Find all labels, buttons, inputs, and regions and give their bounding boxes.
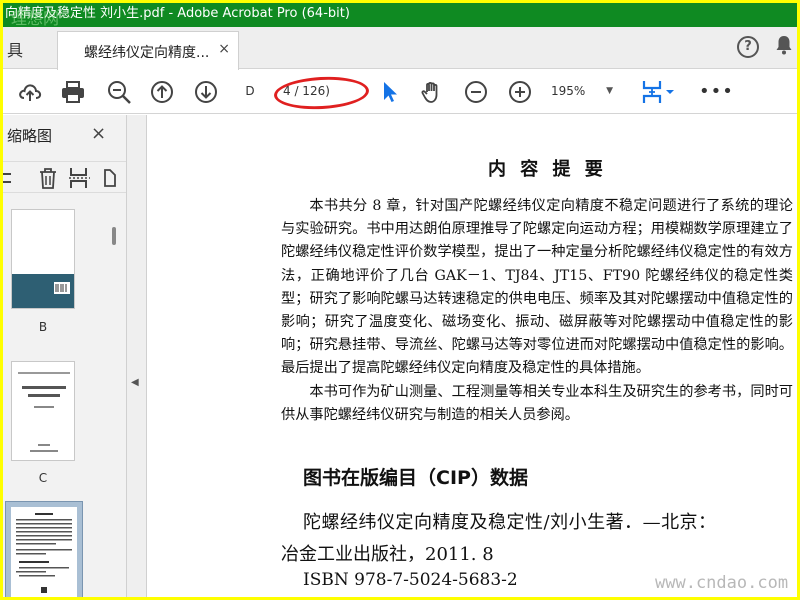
document-view[interactable]: 内 容 提 要 本书共分 8 章，针对国产陀螺经纬仪定向精度不稳定问题进行了系统… — [148, 115, 797, 597]
cip-isbn: ISBN 978-7-5024-5683-2 — [303, 570, 518, 590]
hand-tool-icon[interactable] — [419, 79, 445, 105]
fit-page-icon[interactable] — [639, 79, 677, 105]
print-icon[interactable] — [60, 79, 86, 105]
zoom-value: 195% — [551, 84, 586, 98]
cip-title: 图书在版编目（CIP）数据 — [303, 467, 528, 489]
zoom-out-search-icon[interactable] — [106, 79, 132, 105]
next-page-icon[interactable] — [193, 79, 219, 105]
thumbnail-page-selected[interactable] — [5, 501, 83, 597]
thumbnail-scrollbar[interactable] — [112, 227, 116, 245]
page-number-input[interactable]: D — [235, 80, 265, 102]
app-window: 向精度及稳定性 刘小生.pdf - Adobe Acrobat Pro (64-… — [0, 0, 800, 600]
thumbnail-page-c[interactable] — [11, 361, 75, 461]
thumbnail-label: B — [38, 320, 48, 334]
split-page-icon[interactable] — [68, 166, 92, 190]
bell-icon[interactable] — [775, 34, 793, 56]
thumbnail-title-page-image — [12, 362, 74, 460]
document-tab-label: 螺经纬仪定向精度... — [84, 45, 210, 61]
chevron-down-icon: ▼ — [606, 86, 613, 96]
delete-page-icon[interactable] — [37, 166, 59, 190]
collapse-panel-icon[interactable]: ◀ — [131, 377, 139, 388]
thumbnail-label: C — [38, 471, 48, 485]
watermark-bottom: www.cndao.com — [655, 573, 789, 593]
tab-tools[interactable]: 具 — [7, 37, 23, 61]
body-paragraph: 本书共分 8 章，针对国产陀螺经纬仪定向精度不稳定问题进行了系统的理论与实验研究… — [281, 198, 793, 377]
thumbnails-panel: 缩略图 × B C — [3, 115, 127, 597]
select-cursor-icon[interactable] — [377, 79, 403, 105]
cip-publisher: 冶金工业出版社，2011. 8 — [281, 544, 494, 565]
thumbnail-options-icon[interactable] — [3, 170, 13, 186]
watermark-top: 理想网 — [11, 9, 60, 28]
thumbnails-panel-title: 缩略图 — [7, 127, 53, 145]
more-options-icon[interactable]: ••• — [699, 81, 734, 102]
close-panel-icon[interactable]: × — [91, 123, 106, 144]
title-bar: 向精度及稳定性 刘小生.pdf - Adobe Acrobat Pro (64-… — [3, 3, 797, 27]
tab-bar: 具 螺经纬仪定向精度... × ? — [3, 27, 797, 70]
help-icon[interactable]: ? — [737, 36, 759, 58]
previous-page-icon[interactable] — [149, 79, 175, 105]
thumbnail-cover-image — [12, 210, 74, 308]
zoom-out-icon[interactable] — [463, 79, 489, 105]
zoom-dropdown[interactable]: 195% ▼ — [551, 80, 621, 102]
close-tab-icon[interactable]: × — [218, 41, 230, 57]
page-heading: 内 容 提 要 — [488, 159, 607, 180]
cip-book-info: 陀螺经纬仪定向精度及稳定性/刘小生著．—北京： — [303, 512, 717, 533]
body-paragraph: 本书可作为矿山测量、工程测量等相关专业本科生及研究生的参考书，同时可供从事陀螺经… — [281, 383, 793, 423]
panel-splitter[interactable]: ◀ — [127, 115, 147, 597]
thumbnail-text-page-image — [11, 507, 77, 597]
page-body-text: 本书共分 8 章，针对国产陀螺经纬仪定向精度不稳定问题进行了系统的理论与实验研究… — [281, 195, 793, 427]
zoom-in-icon[interactable] — [507, 79, 533, 105]
rotate-page-icon[interactable] — [101, 166, 119, 190]
tab-document[interactable]: 螺经纬仪定向精度... × — [57, 31, 239, 70]
toolbar: D 4 / 126) 195% ▼ ••• — [3, 70, 797, 114]
thumbnail-toolbar — [3, 161, 126, 193]
cloud-upload-icon[interactable] — [17, 79, 43, 105]
thumbnail-page-b[interactable] — [11, 209, 75, 309]
